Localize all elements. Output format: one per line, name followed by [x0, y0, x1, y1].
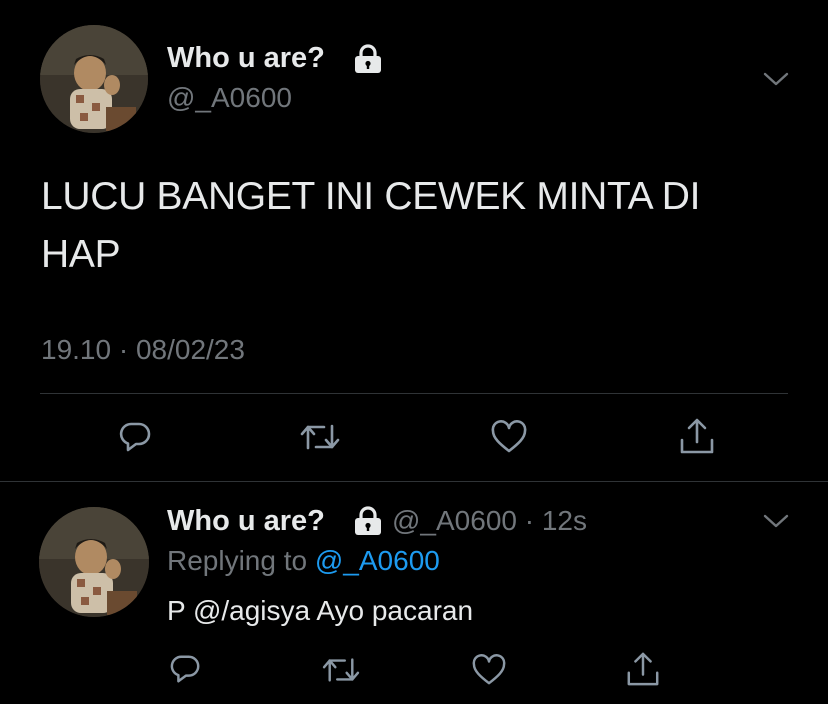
- chevron-down-icon[interactable]: [762, 512, 790, 535]
- relative-time[interactable]: 12s: [542, 505, 587, 536]
- reply-icon[interactable]: [117, 419, 153, 460]
- retweet-icon[interactable]: [300, 420, 340, 459]
- display-name[interactable]: Who u are?: [167, 505, 325, 538]
- replying-prefix: Replying to: [167, 545, 308, 576]
- divider: [40, 393, 788, 394]
- reply-text: P @/agisya Ayo pacaran: [167, 595, 474, 626]
- like-icon[interactable]: [471, 654, 507, 691]
- tweet-text: LUCU BANGET INI CEWEK MINTA DI HAP: [41, 175, 701, 276]
- reply-meta: @_A0600 · 12s: [392, 505, 587, 537]
- chevron-down-icon[interactable]: [762, 70, 790, 93]
- divider: [0, 481, 828, 482]
- like-icon[interactable]: [490, 420, 528, 459]
- lock-icon: [352, 506, 384, 541]
- share-icon[interactable]: [625, 650, 661, 693]
- replying-to: Replying to @_A0600: [167, 545, 440, 577]
- replying-mention-link[interactable]: @_A0600: [315, 545, 440, 576]
- timestamp[interactable]: 19.10 · 08/02/23: [41, 334, 245, 366]
- avatar[interactable]: [40, 25, 148, 133]
- user-handle[interactable]: @_A0600: [167, 82, 292, 114]
- user-handle[interactable]: @_A0600: [392, 505, 517, 536]
- share-icon[interactable]: [678, 416, 716, 461]
- reply-icon[interactable]: [168, 652, 202, 691]
- display-name[interactable]: Who u are?: [167, 42, 325, 75]
- avatar[interactable]: [39, 507, 149, 617]
- retweet-icon[interactable]: [322, 654, 360, 691]
- separator-dot: ·: [524, 505, 535, 536]
- lock-icon: [352, 44, 384, 79]
- tweet-thread: Who u are? @_A0600 LUCU BANGET INI CEWEK…: [0, 0, 828, 704]
